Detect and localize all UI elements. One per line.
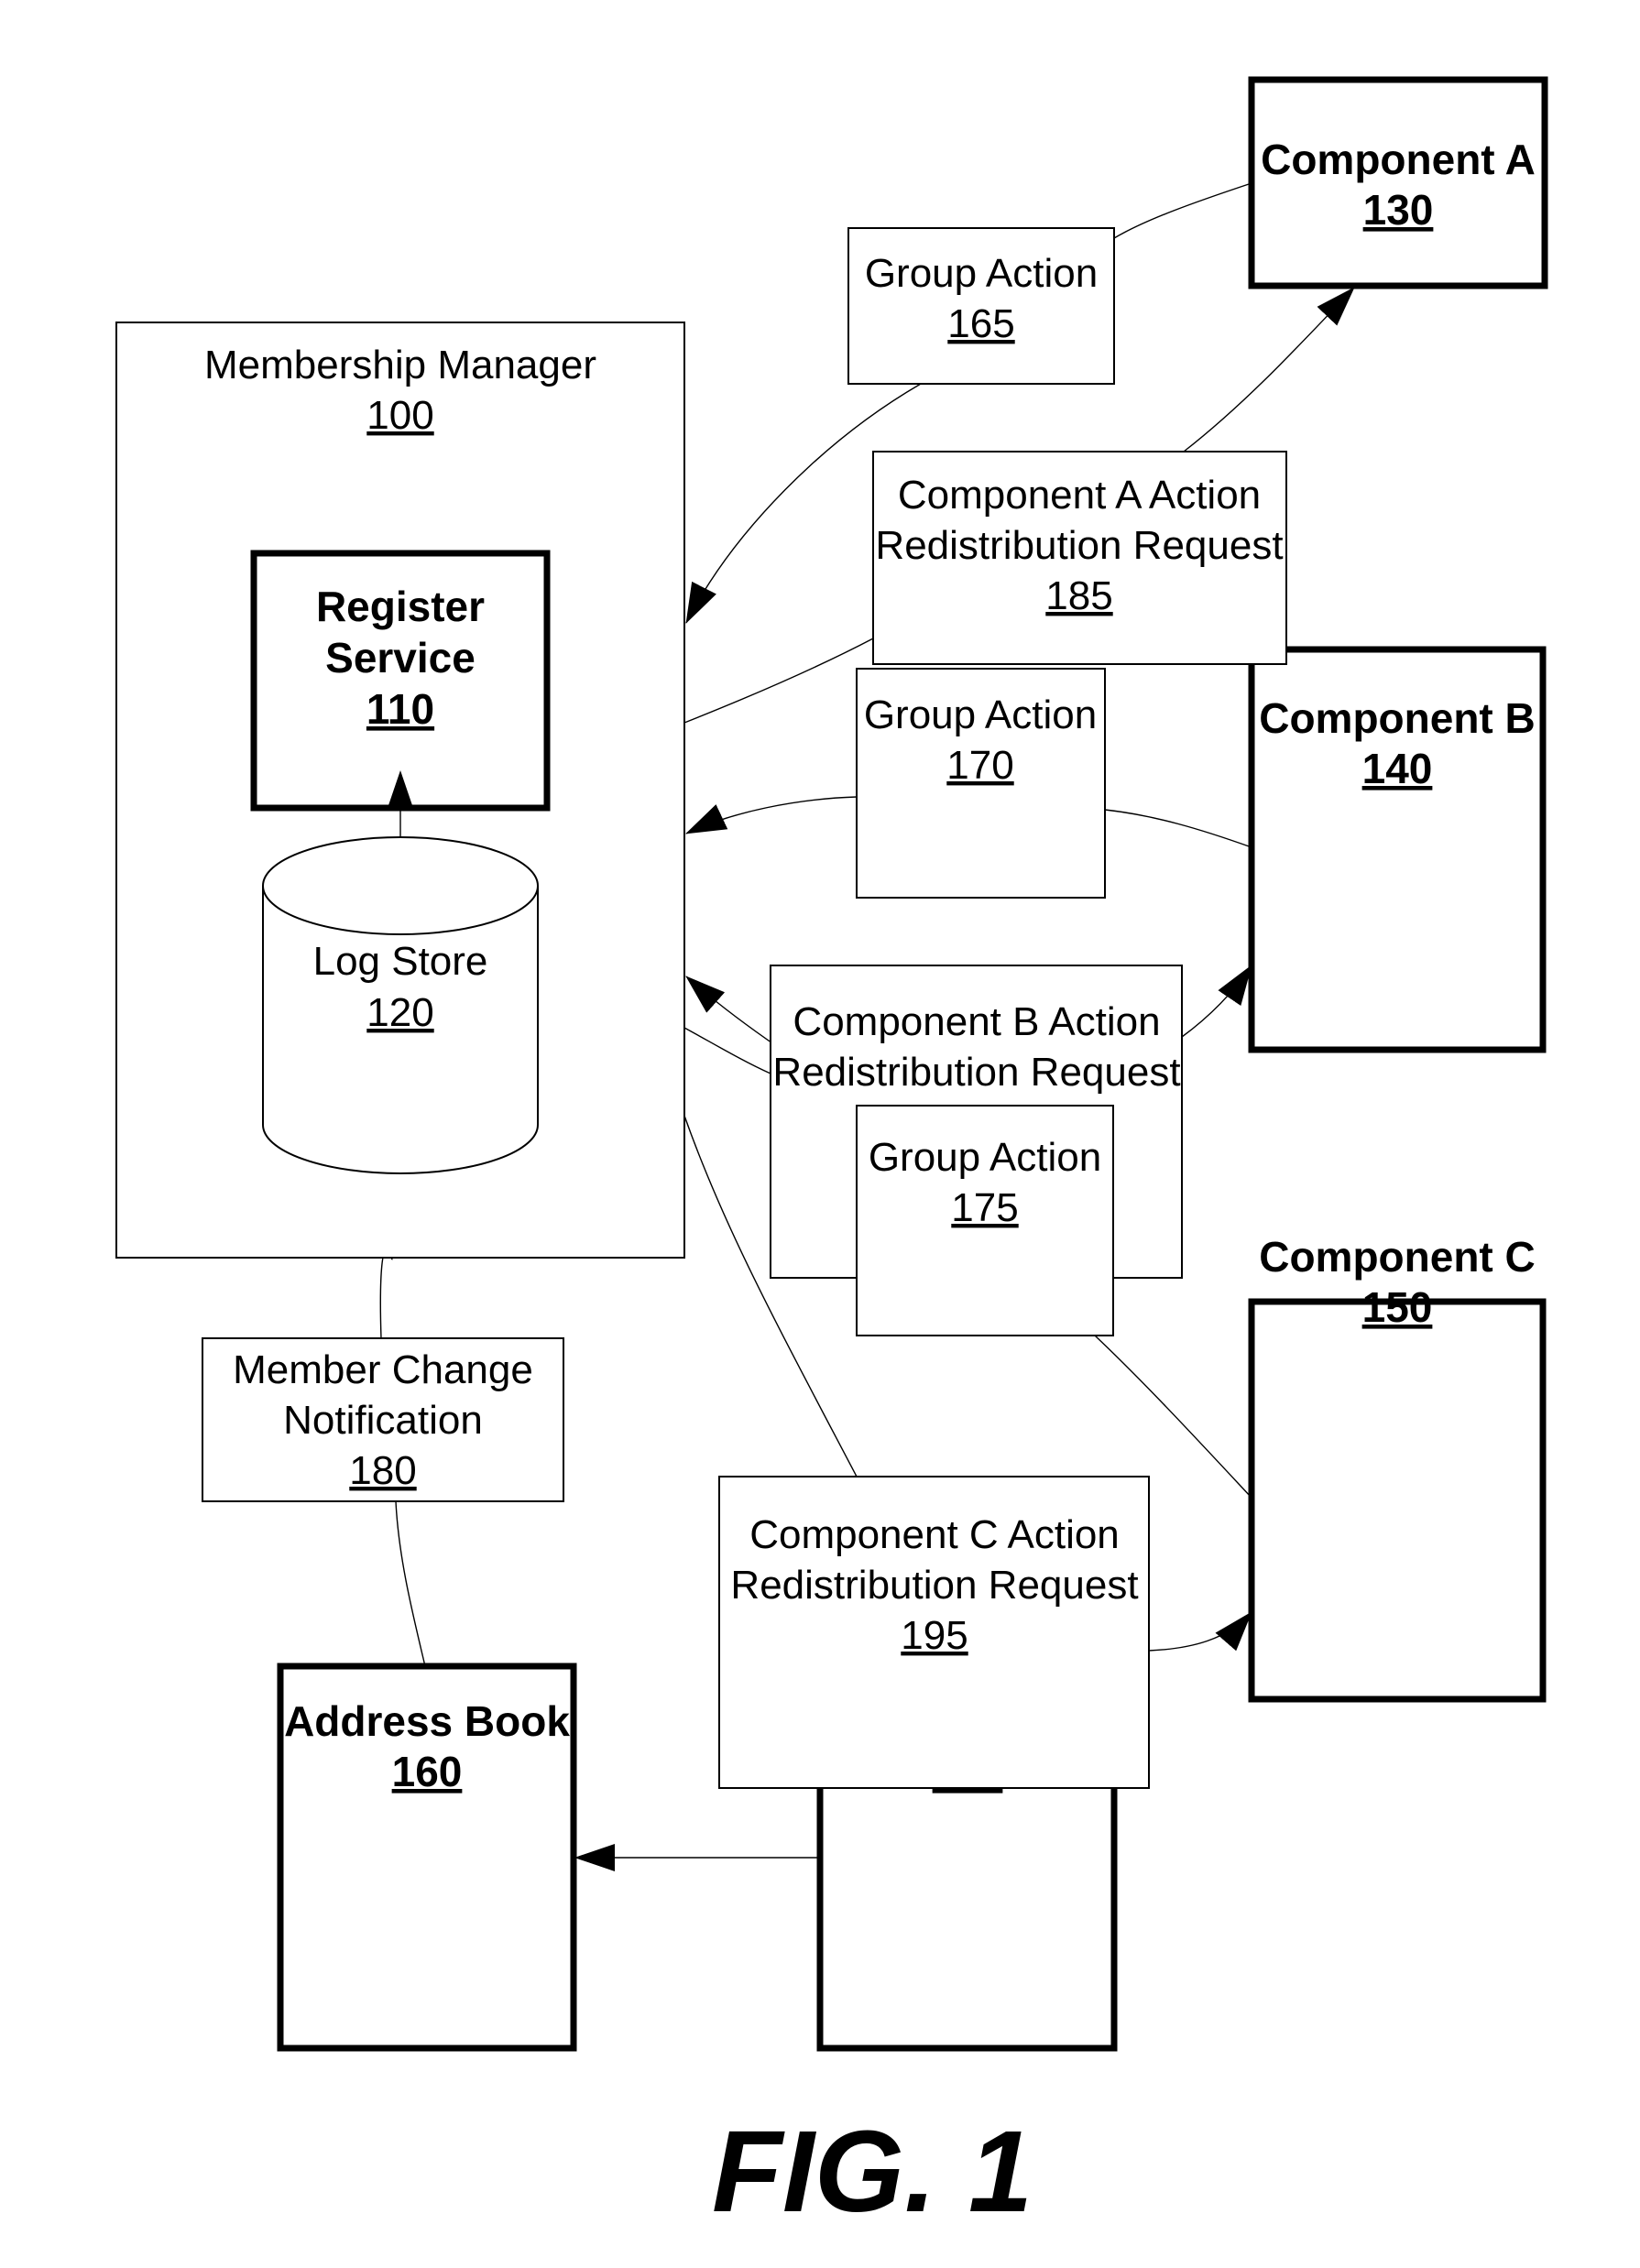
connector-redistribution-185-to-component-a: [1183, 287, 1355, 453]
message-group-action-175[interactable]: Group Action 175: [856, 1105, 1114, 1336]
membership-manager-ref: 100: [366, 393, 433, 438]
group-action-165-ref: 165: [947, 301, 1014, 346]
message-member-change-180[interactable]: Member Change Notification 180: [202, 1337, 564, 1502]
figure-label: FIG. 1: [712, 2107, 1033, 2236]
component-a-title: Component A: [1261, 136, 1536, 183]
redistribution-185-line1: Component A Action: [898, 473, 1261, 518]
redistribution-195-line2: Redistribution Request: [730, 1563, 1138, 1608]
redistribution-195-line1: Component C Action: [749, 1512, 1120, 1557]
connector-component-a-to-group-action-165: [1113, 182, 1252, 239]
component-a[interactable]: Component A 130: [1248, 76, 1548, 289]
group-action-175-ref: 175: [951, 1185, 1018, 1230]
group-action-165-title: Group Action: [865, 251, 1098, 296]
connector-component-c-to-group-action-175: [1094, 1335, 1252, 1499]
connector-redistribution-195-to-component-c: [1148, 1611, 1252, 1652]
member-change-180-line1: Member Change: [233, 1347, 533, 1392]
group-action-175-title: Group Action: [869, 1135, 1101, 1180]
component-b[interactable]: Component B 140: [1248, 646, 1547, 1053]
connector-redistribution-190-to-component-b: [1181, 965, 1252, 1038]
member-change-180-ref: 180: [349, 1448, 416, 1493]
component-c-ref: 150: [1362, 1283, 1433, 1331]
connector-membership-manager-to-redistribution-185: [683, 638, 874, 724]
register-service-ref: 110: [366, 685, 434, 733]
log-store[interactable]: Log Store 120: [262, 836, 539, 1174]
log-store-title: Log Store: [313, 939, 488, 984]
register-service[interactable]: Register Service 110: [250, 550, 551, 812]
address-book-title: Address Book: [284, 1697, 570, 1745]
message-group-action-170[interactable]: Group Action 170: [856, 668, 1106, 899]
component-c-title: Component C: [1259, 1233, 1536, 1281]
redistribution-190-line2: Redistribution Request: [772, 1050, 1180, 1095]
redistribution-190-line1: Component B Action: [793, 999, 1160, 1044]
connector-membership-manager-to-redistribution-190: [683, 1027, 771, 1074]
member-change-180-line2: Notification: [283, 1398, 483, 1443]
figure-diagram: Membership Manager 100 Register Service …: [115, 76, 1548, 2236]
component-b-ref: 140: [1362, 745, 1433, 792]
component-c[interactable]: Component C 150: [1248, 1233, 1547, 1703]
connector-group-action-170-to-membership-manager: [685, 796, 858, 834]
group-action-170-ref: 170: [946, 743, 1013, 788]
register-service-title-line1: Register: [316, 583, 485, 630]
address-book[interactable]: Address Book 160: [277, 1663, 577, 2052]
connector-address-book-to-member-change-180: [395, 1500, 426, 1667]
connector-component-b-to-group-action-170: [1104, 809, 1252, 848]
connector-member-change-180-to-membership-manager: [366, 1217, 393, 1339]
message-redistribution-185[interactable]: Component A Action Redistribution Reques…: [872, 451, 1287, 665]
redistribution-195-ref: 195: [901, 1613, 968, 1658]
membership-manager-title: Membership Manager: [204, 343, 596, 387]
group-action-170-title: Group Action: [864, 692, 1097, 737]
address-book-ref: 160: [392, 1748, 463, 1795]
message-redistribution-195[interactable]: Component C Action Redistribution Reques…: [718, 1476, 1150, 1789]
register-service-title-line2: Service: [325, 634, 476, 681]
redistribution-185-line2: Redistribution Request: [875, 523, 1283, 568]
component-a-ref: 130: [1363, 186, 1434, 234]
message-group-action-165[interactable]: Group Action 165: [847, 227, 1115, 385]
component-b-title: Component B: [1259, 694, 1536, 742]
log-store-ref: 120: [366, 990, 433, 1035]
redistribution-185-ref: 185: [1045, 573, 1112, 618]
